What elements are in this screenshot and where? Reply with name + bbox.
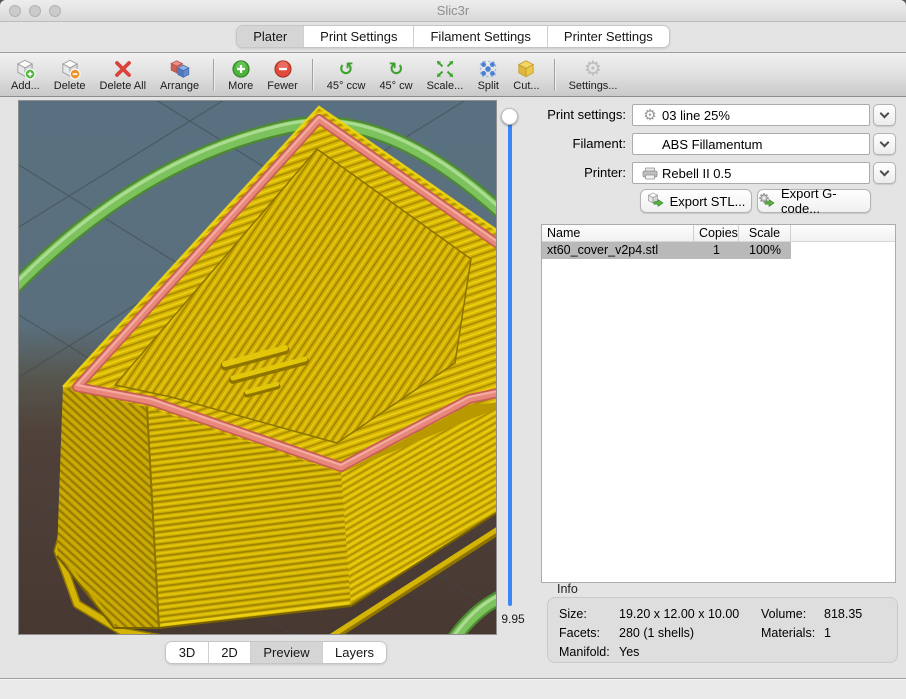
view-tab-2d[interactable]: 2D (208, 642, 250, 663)
window-title: Slic3r (0, 3, 906, 18)
more-button[interactable]: More (221, 57, 260, 93)
add-button[interactable]: Add... (4, 57, 47, 93)
object-settings-button[interactable]: ⚙ Settings... (562, 57, 625, 93)
table-row[interactable]: xt60_cover_v2p4.stl 1 100% (542, 242, 895, 259)
column-header-filler (791, 225, 895, 241)
delete-all-button[interactable]: Delete All (93, 57, 153, 93)
printer-label: Printer: (540, 162, 626, 180)
volume-value: 818.35 (824, 607, 862, 621)
cut-icon (515, 58, 537, 80)
delete-button[interactable]: Delete (47, 57, 93, 93)
filament-combo[interactable]: ABS Fillamentum (632, 133, 870, 155)
chevron-down-icon (880, 108, 890, 118)
view-mode-tabs: 3D 2D Preview Layers (165, 641, 387, 664)
slic3r-window: Slic3r Plater Print Settings Filament Se… (0, 0, 906, 699)
print-settings-dropdown-button[interactable] (873, 104, 896, 126)
printer-dropdown-button[interactable] (873, 162, 896, 184)
plate-3d-viewport[interactable] (18, 100, 497, 635)
delete-object-icon (59, 58, 81, 80)
manifold-value: Yes (619, 645, 761, 659)
facets-value: 280 (1 shells) (619, 626, 761, 640)
export-stl-icon (647, 192, 665, 211)
layer-slider-track[interactable] (508, 116, 512, 606)
object-copies-cell: 1 (694, 242, 739, 259)
object-name-cell: xt60_cover_v2p4.stl (542, 242, 694, 259)
view-tab-group: 3D 2D Preview Layers (165, 641, 387, 664)
main-tab-row: Plater Print Settings Filament Settings … (0, 25, 906, 48)
view-tab-3d[interactable]: 3D (166, 642, 208, 663)
cut-button[interactable]: Cut... (506, 57, 546, 93)
info-section-title: Info (557, 582, 578, 596)
status-bar (0, 678, 906, 699)
rotate-cw-icon: ↻ (388, 58, 403, 80)
volume-label: Volume: (761, 607, 824, 621)
object-list-header: Name Copies Scale (542, 225, 895, 242)
size-label: Size: (559, 607, 619, 621)
layer-slider-value: 9.95 (492, 612, 534, 626)
gear-icon: ⚙ (640, 108, 660, 123)
arrange-icon (169, 58, 191, 80)
print-settings-label: Print settings: (540, 104, 626, 122)
tab-filament-settings[interactable]: Filament Settings (413, 26, 546, 47)
filament-label: Filament: (540, 133, 626, 151)
print-settings-combo[interactable]: ⚙ 03 line 25% (632, 104, 870, 126)
layer-slider: 9.95 (492, 100, 538, 635)
fewer-button[interactable]: Fewer (260, 57, 305, 93)
column-header-copies[interactable]: Copies (694, 225, 739, 241)
layer-slider-handle[interactable] (501, 108, 518, 125)
printer-icon (640, 167, 660, 180)
rotate-ccw-icon: ↺ (339, 58, 354, 80)
plater-toolbar: Add... Delete Delete All (0, 52, 906, 97)
toolbar-separator (312, 59, 313, 91)
object-settings-icon: ⚙ (584, 58, 602, 80)
more-copies-icon (230, 58, 252, 80)
object-list: Name Copies Scale xt60_cover_v2p4.stl 1 … (541, 224, 896, 583)
export-gcode-button[interactable]: Export G-code... (757, 189, 871, 213)
toolbar-separator (213, 59, 214, 91)
export-stl-label: Export STL... (670, 194, 746, 209)
rotate-cw-button[interactable]: ↻ 45° cw (372, 57, 419, 93)
export-stl-button[interactable]: Export STL... (640, 189, 752, 213)
printer-value: Rebell II 0.5 (662, 166, 731, 181)
view-tab-layers[interactable]: Layers (322, 642, 386, 663)
add-object-icon (14, 58, 36, 80)
filament-value: ABS Fillamentum (662, 137, 762, 152)
printer-combo[interactable]: Rebell II 0.5 (632, 162, 870, 184)
chevron-down-icon (880, 166, 890, 176)
split-icon (477, 58, 499, 80)
tab-print-settings[interactable]: Print Settings (303, 26, 413, 47)
column-header-name[interactable]: Name (542, 225, 694, 241)
materials-label: Materials: (761, 626, 824, 640)
export-gcode-icon (758, 192, 776, 211)
rotate-ccw-button[interactable]: ↺ 45° ccw (320, 57, 373, 93)
view-tab-preview[interactable]: Preview (250, 642, 322, 663)
toolbar-separator (554, 59, 555, 91)
manifold-label: Manifold: (559, 645, 619, 659)
tab-plater[interactable]: Plater (237, 26, 303, 47)
object-scale-cell: 100% (739, 242, 791, 259)
scale-button[interactable]: Scale... (420, 57, 471, 93)
delete-all-icon (112, 58, 134, 80)
main-tab-group: Plater Print Settings Filament Settings … (236, 25, 670, 48)
titlebar: Slic3r (0, 0, 906, 22)
filament-dropdown-button[interactable] (873, 133, 896, 155)
arrange-button[interactable]: Arrange (153, 57, 206, 93)
viewport-3d-scene (19, 101, 496, 634)
column-header-scale[interactable]: Scale (739, 225, 791, 241)
scale-icon (434, 58, 456, 80)
info-panel: Size: 19.20 x 12.00 x 10.00 Volume: 818.… (547, 597, 898, 663)
export-gcode-label: Export G-code... (781, 186, 870, 216)
size-value: 19.20 x 12.00 x 10.00 (619, 607, 761, 621)
chevron-down-icon (880, 137, 890, 147)
materials-value: 1 (824, 626, 831, 640)
print-settings-value: 03 line 25% (662, 108, 730, 123)
facets-label: Facets: (559, 626, 619, 640)
fewer-copies-icon (272, 58, 294, 80)
tab-printer-settings[interactable]: Printer Settings (547, 26, 669, 47)
split-button[interactable]: Split (470, 57, 506, 93)
